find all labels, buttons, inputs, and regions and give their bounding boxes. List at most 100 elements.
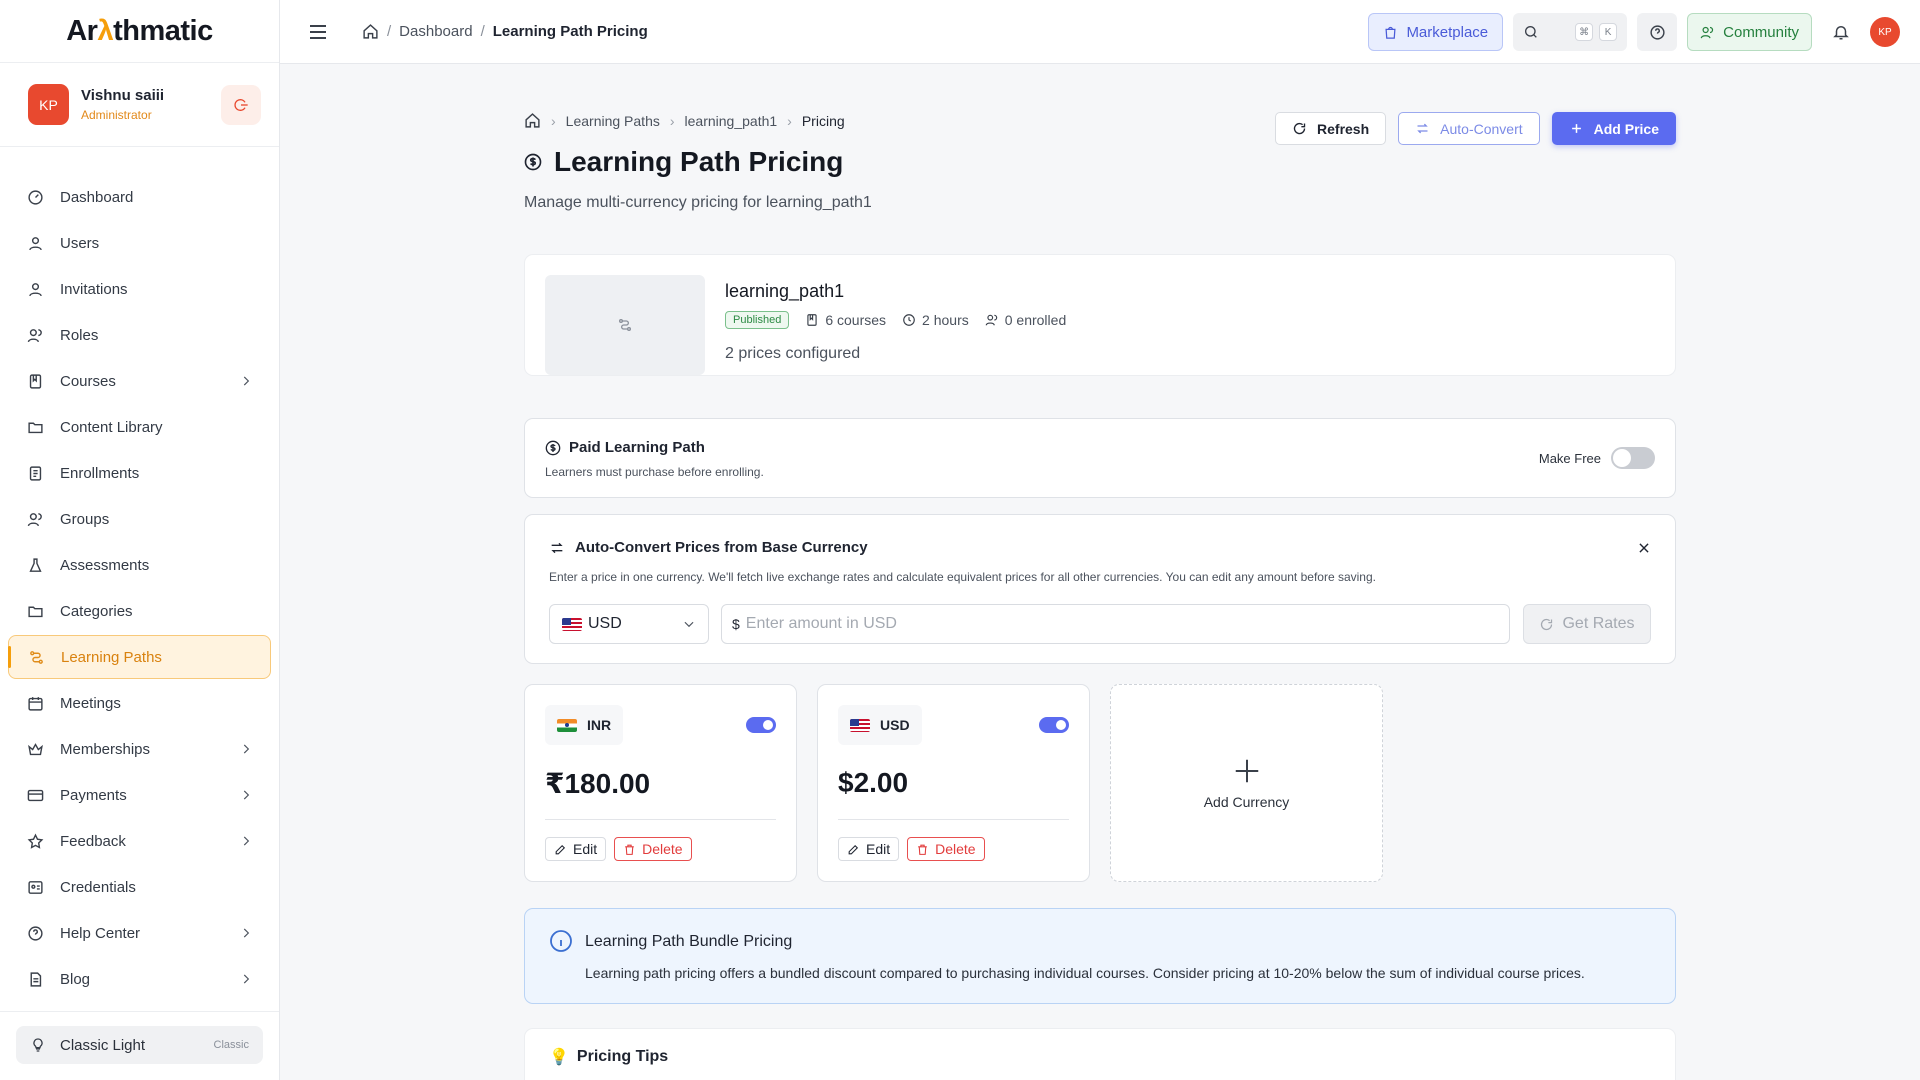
marketplace-button[interactable]: Marketplace	[1368, 13, 1504, 51]
enrolled-count-text: 0 enrolled	[1004, 312, 1067, 328]
sidebar-item-credentials[interactable]: Credentials	[8, 865, 271, 909]
duration-text: 2 hours	[922, 312, 969, 328]
price-actions: Edit Delete	[838, 837, 985, 861]
currency-prefix: $	[732, 616, 740, 632]
community-button[interactable]: Community	[1687, 13, 1812, 51]
sidebar-item-assessments[interactable]: Assessments	[8, 543, 271, 587]
sidebar-item-label: Categories	[60, 602, 133, 620]
logo[interactable]: Arλthmatic	[0, 0, 279, 63]
theme-switcher[interactable]: Classic Light Classic	[16, 1026, 263, 1064]
learning-path-thumbnail	[545, 275, 705, 375]
marketplace-label: Marketplace	[1406, 23, 1489, 41]
delete-label: Delete	[642, 841, 683, 857]
sidebar-item-dashboard[interactable]: Dashboard	[8, 175, 271, 219]
home-icon[interactable]	[362, 23, 379, 40]
make-free-control: Make Free	[1539, 447, 1655, 469]
sidebar-item-label: Blog	[60, 970, 91, 988]
sidebar-item-label: Meetings	[60, 694, 121, 712]
user-role: Administrator	[81, 108, 152, 122]
sidebar-item-categories[interactable]: Categories	[8, 589, 271, 633]
sidebar-item-payments[interactable]: Payments	[8, 773, 271, 817]
breadcrumb: › Learning Paths › learning_path1 › Pric…	[524, 112, 845, 129]
sidebar-item-label: Memberships	[60, 740, 151, 758]
shortcut-key: ⌘	[1575, 23, 1594, 41]
edit-button[interactable]: Edit	[838, 837, 900, 861]
arrows-exchange-icon	[551, 542, 563, 553]
top-avatar[interactable]: KP	[1870, 17, 1900, 47]
sidebar-item-label: Content Library	[60, 418, 163, 436]
search-button[interactable]: ⌘ K	[1513, 13, 1628, 51]
add-currency-button[interactable]: Add Currency	[1110, 684, 1383, 882]
get-rates-label: Get Rates	[1562, 615, 1635, 632]
lightbulb-icon: 💡	[549, 1049, 569, 1066]
dollar-circle-icon	[524, 153, 542, 171]
page-title: Learning Path Pricing	[524, 146, 843, 178]
edit-label: Edit	[866, 841, 891, 857]
india-flag-icon	[557, 718, 577, 732]
sidebar-item-learning-paths[interactable]: Learning Paths	[8, 635, 271, 679]
add-price-button[interactable]: Add Price	[1551, 112, 1676, 145]
breadcrumb-learning-paths[interactable]: Learning Paths	[566, 113, 660, 129]
sidebar-item-groups[interactable]: Groups	[8, 497, 271, 541]
shopping-bag-icon	[1385, 26, 1396, 39]
sidebar-item-users[interactable]: Users	[8, 221, 271, 265]
sidebar-item-memberships[interactable]: Memberships	[8, 727, 271, 771]
base-currency-select[interactable]: USD	[549, 604, 709, 644]
sidebar-item-meetings[interactable]: Meetings	[8, 681, 271, 725]
get-rates-button[interactable]: Get Rates	[1523, 604, 1651, 644]
main-content: › Learning Paths › learning_path1 › Pric…	[524, 64, 1676, 1080]
help-button[interactable]	[1637, 13, 1678, 51]
pricing-tips-title-text: Pricing Tips	[576, 1048, 669, 1065]
breadcrumb-dashboard[interactable]: Dashboard	[399, 23, 472, 40]
page-header: › Learning Paths › learning_path1 › Pric…	[524, 64, 1676, 254]
sidebar-item-label: Learning Paths	[61, 648, 162, 666]
sidebar-item-content-library[interactable]: Content Library	[8, 405, 271, 449]
menu-icon[interactable]	[306, 20, 330, 44]
logo-text: Arλthmatic	[66, 14, 213, 47]
breadcrumb-learning-path[interactable]: learning_path1	[685, 113, 778, 129]
amount-field[interactable]: $	[721, 604, 1510, 644]
crown-icon	[26, 740, 44, 758]
sidebar-item-invitations[interactable]: Invitations	[8, 267, 271, 311]
delete-label: Delete	[935, 841, 976, 857]
make-free-toggle[interactable]	[1611, 447, 1655, 469]
enrolled-count: 0 enrolled	[985, 312, 1067, 328]
close-icon[interactable]	[1637, 541, 1651, 555]
sidebar-item-courses[interactable]: Courses	[8, 359, 271, 403]
bundle-pricing-info: Learning Path Bundle Pricing Learning pa…	[524, 908, 1676, 1004]
user-name: Vishnu saiii	[81, 87, 165, 104]
price-enabled-toggle[interactable]	[746, 717, 776, 733]
notifications-button[interactable]	[1822, 13, 1860, 51]
header-actions: Refresh Auto-Convert Add Price	[1275, 112, 1676, 145]
book-icon	[26, 372, 44, 390]
delete-button[interactable]: Delete	[614, 837, 692, 861]
divider	[838, 819, 1069, 820]
logout-icon	[234, 98, 248, 111]
logout-button[interactable]	[221, 84, 261, 125]
credit-card-icon	[26, 786, 44, 804]
lightbulb-icon	[33, 1038, 43, 1052]
sidebar-item-enrollments[interactable]: Enrollments	[8, 451, 271, 495]
refresh-button[interactable]: Refresh	[1275, 112, 1387, 145]
amount-input[interactable]	[745, 615, 1499, 633]
theme-tag: Classic	[213, 1039, 249, 1051]
price-enabled-toggle[interactable]	[1039, 717, 1069, 733]
sidebar-item-roles[interactable]: Roles	[8, 313, 271, 357]
auto-convert-button[interactable]: Auto-Convert	[1398, 112, 1540, 145]
user-avatar[interactable]: KP	[28, 84, 69, 125]
sidebar-item-feedback[interactable]: Feedback	[8, 819, 271, 863]
user-info: Vishnu saiii Administrator	[81, 87, 221, 122]
sidebar-item-label: Credentials	[60, 878, 136, 896]
home-icon[interactable]	[524, 112, 541, 129]
prices-configured: 2 prices configured	[725, 345, 861, 362]
chevron-right-icon: ›	[551, 112, 556, 129]
make-free-label: Make Free	[1538, 450, 1601, 466]
pricing-tips-card: 💡 Pricing Tips	[524, 1028, 1676, 1080]
learning-path-name: learning_path1	[725, 281, 845, 301]
edit-button[interactable]: Edit	[545, 837, 607, 861]
top-actions: Marketplace ⌘ K Community KP	[1368, 13, 1900, 51]
sidebar-item-blog[interactable]: Blog	[8, 957, 271, 1001]
refresh-label: Refresh	[1317, 120, 1370, 137]
sidebar-item-help-center[interactable]: Help Center	[8, 911, 271, 955]
delete-button[interactable]: Delete	[907, 837, 985, 861]
